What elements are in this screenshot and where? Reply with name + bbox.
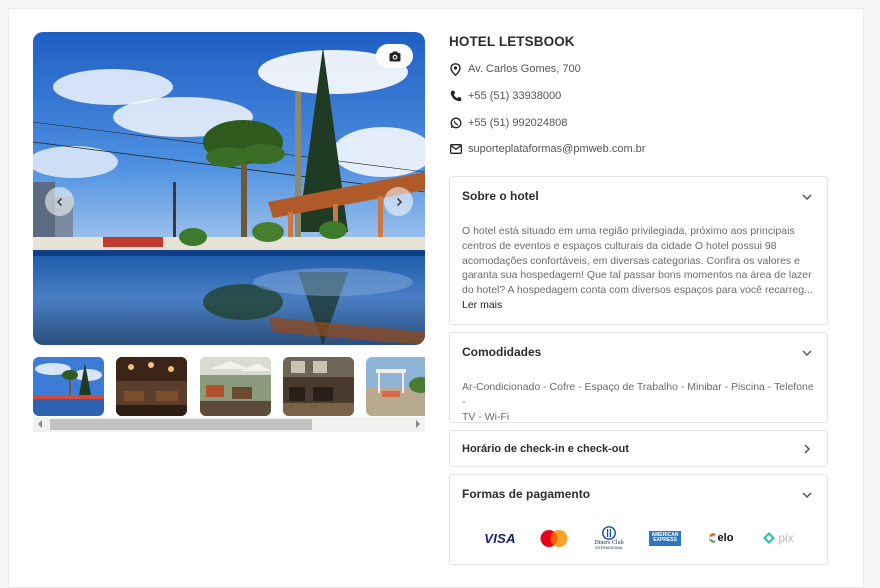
chevron-down-icon[interactable]	[801, 191, 813, 203]
thumbnail-scrollbar[interactable]	[33, 417, 425, 432]
whatsapp-text: +55 (51) 992024808	[468, 117, 568, 129]
mastercard-logo	[538, 525, 570, 551]
camera-icon	[389, 51, 400, 61]
about-line: O hotel está situado em uma região privi…	[462, 225, 795, 237]
amenities-section: Comodidades Ar-Condicionado - Cofre - Es…	[449, 332, 828, 423]
pix-logo: pix	[756, 525, 800, 551]
about-description: O hotel está situado em uma região privi…	[462, 224, 815, 298]
amenities-line: TV - Wi-Fi	[462, 410, 510, 423]
thumbnail-strip	[33, 357, 425, 417]
about-title: Sobre o hotel	[462, 189, 539, 203]
thumbnail-4[interactable]	[283, 357, 354, 416]
pix-label: pix	[778, 531, 794, 545]
location-pin-icon	[449, 62, 462, 76]
scroll-left-arrow-icon[interactable]	[38, 420, 42, 428]
read-more-link[interactable]: Ler mais	[462, 299, 502, 311]
elo-logo: elo	[704, 525, 738, 551]
amex-label-2: EXPRESS	[653, 537, 677, 543]
chevron-right-icon[interactable]	[801, 443, 813, 455]
email-row[interactable]: suporteplataformas@pmweb.com.br	[449, 141, 645, 157]
amenities-title: Comodidades	[462, 345, 542, 359]
scroll-right-arrow-icon[interactable]	[416, 420, 420, 428]
chevron-down-icon[interactable]	[801, 489, 813, 501]
checkin-title: Horário de check-in e check-out	[462, 443, 629, 455]
whatsapp-icon	[449, 117, 462, 130]
amex-logo: AMERICAN EXPRESS	[648, 525, 682, 551]
about-line: centros de eventos e espaços culturais d…	[462, 239, 777, 252]
amenities-list: Ar-Condicionado - Cofre - Espaço de Trab…	[462, 380, 815, 424]
amenities-line: Ar-Condicionado - Cofre - Espaço de Trab…	[462, 381, 814, 408]
hotel-name: HOTEL LETSBOOK	[449, 34, 575, 49]
payment-section: Formas de pagamento VISA Diners Club INT…	[449, 474, 828, 565]
chevron-right-icon	[396, 197, 402, 206]
thumbnail-1[interactable]	[33, 357, 104, 416]
phone-icon	[449, 90, 462, 103]
thumbnail-2[interactable]	[116, 357, 187, 416]
diners-sub-label: INTERNATIONAL	[595, 546, 623, 550]
pool-photo	[33, 32, 425, 345]
elo-label: elo	[717, 532, 734, 544]
phone-row[interactable]: +55 (51) 33938000	[449, 88, 561, 104]
address-text: Av. Carlos Gomes, 700	[468, 63, 581, 75]
chevron-left-icon	[56, 197, 62, 206]
visa-label: VISA	[484, 530, 516, 546]
about-line: acomodações confortáveis, em diversas ca…	[462, 254, 800, 267]
email-text: suporteplataformas@pmweb.com.br	[468, 143, 646, 155]
phone-text: +55 (51) 33938000	[468, 90, 562, 102]
next-photo-button[interactable]	[384, 187, 413, 216]
payment-logos: VISA Diners Club INTERNATIONAL AMERICAN …	[480, 525, 800, 551]
payment-title: Formas de pagamento	[462, 487, 591, 501]
address-row: Av. Carlos Gomes, 700	[449, 61, 581, 77]
scrollbar-thumb[interactable]	[50, 419, 312, 430]
mail-icon	[449, 143, 462, 156]
thumbnail-3[interactable]	[200, 357, 271, 416]
previous-photo-button[interactable]	[45, 187, 74, 216]
chevron-down-icon[interactable]	[801, 347, 813, 359]
visa-logo: VISA	[484, 525, 516, 551]
checkin-section[interactable]: Horário de check-in e check-out	[449, 430, 828, 467]
whatsapp-row[interactable]: +55 (51) 992024808	[449, 115, 567, 131]
about-line: garanta sua hospedagem! Que tal passar b…	[462, 269, 812, 282]
about-section: Sobre o hotel O hotel está situado em um…	[449, 176, 828, 325]
about-line: do hotel? A hospedagem conta com diverso…	[462, 284, 813, 297]
photo-gallery-button[interactable]	[376, 44, 413, 68]
main-photo[interactable]	[33, 32, 425, 345]
diners-club-logo: Diners Club INTERNATIONAL	[592, 525, 626, 551]
thumbnail-5[interactable]	[366, 357, 425, 416]
